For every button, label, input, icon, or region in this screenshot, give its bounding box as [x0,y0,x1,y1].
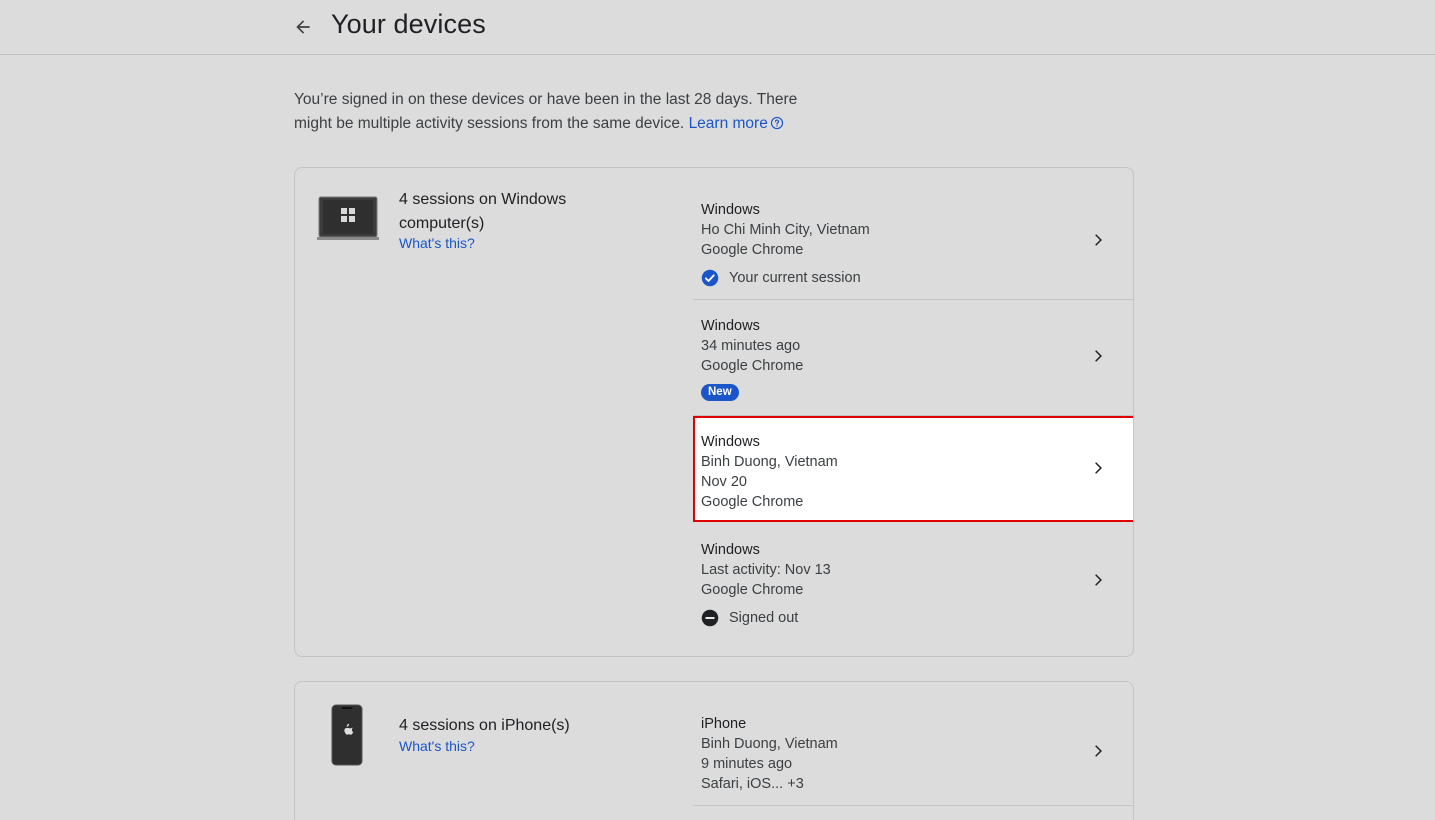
session-browser: Google Chrome [701,358,804,374]
check-circle-icon [701,269,719,287]
chevron-right-icon [1095,574,1102,586]
iphone-device-card: 4 sessions on iPhone(s) What's this? iPh… [294,681,1134,820]
device-group-title: 4 sessions on Windows computer(s) [399,191,567,232]
session-device: Windows [701,318,760,334]
session-date: Nov 20 [701,474,747,490]
session-location: Binh Duong, Vietnam [701,454,838,470]
session-browser: Google Chrome [701,494,804,510]
signed-out-status: Signed out [701,608,831,628]
status-text: Signed out [729,610,799,626]
session-row[interactable]: Windows Last activity: Nov 13 Google Chr… [693,522,1133,656]
chevron-right-icon [1095,462,1102,474]
learn-more-link[interactable]: Learn more [689,115,784,132]
intro-text: You’re signed in on these devices or hav… [294,88,834,136]
session-device: Windows [701,542,760,558]
windows-device-card: 4 sessions on Windows computer(s) What's… [294,167,1134,657]
session-device: Windows [701,202,760,218]
current-session-status: Your current session [701,268,870,288]
status-text: Your current session [729,270,861,286]
session-location: Ho Chi Minh City, Vietnam [701,222,870,238]
session-device: iPhone [701,716,747,732]
help-circle-icon [770,116,783,130]
device-group-title: 4 sessions on iPhone(s) [399,717,570,734]
session-browser: Safari, iOS... +3 [701,776,804,792]
minus-circle-icon [701,609,719,627]
session-row-highlighted[interactable]: Windows Binh Duong, Vietnam Nov 20 Googl… [693,416,1133,522]
session-device: Windows [701,434,760,450]
windows-laptop-icon [317,196,379,240]
session-browser: Google Chrome [701,582,804,598]
session-row[interactable]: Windows 34 minutes ago Google Chrome New [693,300,1133,416]
new-badge: New [701,384,739,401]
iphone-icon [331,704,363,766]
back-button[interactable] [288,12,318,42]
page-title: Your devices [331,9,486,39]
session-last-active: 34 minutes ago [701,338,801,354]
session-row[interactable]: Windows Ho Chi Minh City, Vietnam Google… [693,188,1133,300]
session-last-active: Last activity: Nov 13 [701,562,831,578]
whats-this-link[interactable]: What's this? [399,235,475,251]
top-bar: Your devices [0,0,1435,55]
session-location: Binh Duong, Vietnam [701,736,838,752]
session-last-active: 9 minutes ago [701,756,793,772]
chevron-right-icon [1095,745,1102,757]
whats-this-link[interactable]: What's this? [399,738,475,754]
session-row[interactable]: iPhone Binh Duong, Vietnam 9 minutes ago… [693,702,1133,806]
chevron-right-icon [1095,350,1102,362]
arrow-left-icon [296,20,310,34]
session-browser: Google Chrome [701,242,804,258]
chevron-right-icon [1095,234,1102,246]
